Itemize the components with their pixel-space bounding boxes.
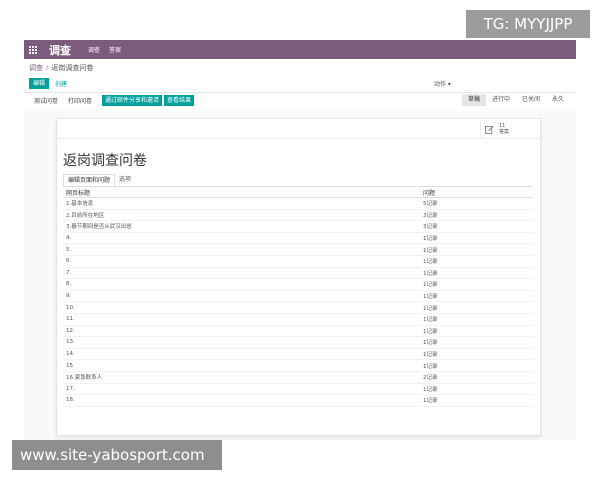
table-row[interactable]: 14. 1记录 xyxy=(63,349,533,361)
row-page-title: 10. xyxy=(66,304,75,311)
row-page-title: 18. xyxy=(66,397,75,404)
table-row[interactable]: 10. 1记录 xyxy=(63,302,533,314)
tab-pages-questions[interactable]: 编辑页面和问题 xyxy=(63,174,116,186)
table-row[interactable]: 16.紧急联系人 2记录 xyxy=(63,372,533,384)
form-sheet: 11 答案 返岗调查问卷 编辑页面和问题 选项 网页标题 问题 1.基本信息 5记… xyxy=(56,118,541,436)
status-bar: 测试问卷 打印问卷 通过邮件分享和邀请 查看结果 草稿 进行中 已关闭 永久 xyxy=(24,93,576,108)
row-question-count: 5记录 xyxy=(423,201,438,208)
watermark-bottom-left: www.site-yabosport.com xyxy=(12,440,222,470)
stage-permanent[interactable]: 永久 xyxy=(546,94,570,106)
row-page-title: 15 xyxy=(66,362,73,369)
row-question-count: 1记录 xyxy=(423,259,438,266)
table-row[interactable]: 12. 1记录 xyxy=(63,326,533,338)
row-page-title: 9. xyxy=(66,293,72,300)
stage-draft[interactable]: 草稿 xyxy=(461,94,486,106)
tab-options[interactable]: 选项 xyxy=(115,174,135,186)
table-row[interactable]: 11. 1记录 xyxy=(63,314,533,326)
row-page-title: 1.基本信息 xyxy=(66,201,94,208)
table-row[interactable]: 4. 1记录 xyxy=(63,233,533,245)
stage-closed[interactable]: 已关闭 xyxy=(516,94,546,106)
row-page-title: 8. xyxy=(66,281,72,288)
row-question-count: 1记录 xyxy=(423,294,438,301)
column-header-questions[interactable]: 问题 xyxy=(423,188,533,197)
row-question-count: 1记录 xyxy=(423,328,438,335)
row-page-title: 4. xyxy=(66,235,72,242)
row-page-title: 7. xyxy=(66,269,72,276)
row-question-count: 1记录 xyxy=(423,236,438,243)
breadcrumb-separator: / xyxy=(46,64,49,72)
row-question-count: 1记录 xyxy=(423,317,438,324)
form-tabs: 编辑页面和问题 选项 xyxy=(63,174,135,186)
action-dropdown[interactable]: 动作 ▾ xyxy=(434,79,451,88)
create-button[interactable]: 创建 xyxy=(55,79,67,88)
row-page-title: 6. xyxy=(66,258,72,265)
table-row[interactable]: 2.目前所在地区 3记录 xyxy=(63,210,533,222)
breadcrumb-current: 返岗调查问卷 xyxy=(51,64,94,72)
test-survey-button[interactable]: 测试问卷 xyxy=(34,96,58,105)
print-survey-button[interactable]: 打印问卷 xyxy=(68,96,92,105)
edit-icon xyxy=(485,125,494,134)
row-question-count: 1记录 xyxy=(423,282,438,289)
row-question-count: 1记录 xyxy=(423,386,438,393)
breadcrumb: 调查 / 返岗调查问卷 xyxy=(24,63,576,73)
row-question-count: 3记录 xyxy=(423,224,438,231)
row-question-count: 1记录 xyxy=(423,270,438,277)
page-title: 返岗调查问卷 xyxy=(63,153,147,169)
row-page-title: 13. xyxy=(66,339,75,346)
table-row[interactable]: 17. 1记录 xyxy=(63,384,533,396)
control-panel: 编辑 创建 动作 ▾ xyxy=(24,76,576,90)
topnav-answers[interactable]: 答案 xyxy=(109,45,121,54)
row-question-count: 1记录 xyxy=(423,363,438,370)
row-page-title: 16.紧急联系人 xyxy=(66,375,103,382)
table-row[interactable]: 3.春节期间是否从武汉出省 3记录 xyxy=(63,221,533,233)
row-page-title: 11. xyxy=(66,316,75,323)
tab-underline xyxy=(63,186,533,187)
answers-label: 答案 xyxy=(499,129,510,135)
apps-grid-icon[interactable] xyxy=(24,40,42,59)
table-row[interactable]: 13. 1记录 xyxy=(63,337,533,349)
answers-stat-button[interactable]: 11 答案 xyxy=(480,119,532,139)
view-results-button[interactable]: 查看结果 xyxy=(164,95,195,106)
row-page-title: 3.春节期间是否从武汉出省 xyxy=(66,224,132,231)
top-navbar: 调查 调查 答案 xyxy=(24,40,576,59)
row-question-count: 1记录 xyxy=(423,340,438,347)
watermark-top-right: TG: MYYJJPP xyxy=(466,10,590,38)
row-question-count: 1记录 xyxy=(423,352,438,359)
table-header: 网页标题 问题 xyxy=(63,188,533,198)
button-box: 11 答案 xyxy=(57,119,540,139)
table-row[interactable]: 6. 1记录 xyxy=(63,256,533,268)
breadcrumb-parent[interactable]: 调查 xyxy=(29,63,43,73)
row-question-count: 1记录 xyxy=(423,247,438,254)
pages-table: 网页标题 问题 1.基本信息 5记录 2.目前所在地区 3记录 3.春节期间是否从武汉出… xyxy=(63,188,533,407)
row-question-count: 2记录 xyxy=(423,375,438,382)
stage-pipeline: 草稿 进行中 已关闭 永久 xyxy=(461,94,570,106)
app-brand[interactable]: 调查 xyxy=(49,42,71,58)
row-question-count: 1记录 xyxy=(423,305,438,312)
table-row[interactable]: 18. 1记录 xyxy=(63,395,533,407)
row-page-title: 17. xyxy=(66,385,75,392)
row-question-count: 1记录 xyxy=(423,398,438,405)
table-row[interactable]: 15 1记录 xyxy=(63,360,533,372)
row-page-title: 2.目前所在地区 xyxy=(66,212,105,219)
stage-in-progress[interactable]: 进行中 xyxy=(486,94,516,106)
table-row[interactable]: 1.基本信息 5记录 xyxy=(63,198,533,210)
row-page-title: 14. xyxy=(66,351,75,358)
column-header-page-title[interactable]: 网页标题 xyxy=(63,188,423,197)
row-page-title: 12. xyxy=(66,327,75,334)
edit-button[interactable]: 编辑 xyxy=(29,77,50,89)
table-row[interactable]: 5. 1记录 xyxy=(63,244,533,256)
topnav-survey[interactable]: 调查 xyxy=(88,45,100,54)
share-invite-button[interactable]: 通过邮件分享和邀请 xyxy=(102,95,163,106)
table-row[interactable]: 7. 1记录 xyxy=(63,268,533,280)
row-question-count: 3记录 xyxy=(423,212,438,219)
table-row[interactable]: 9. 1记录 xyxy=(63,291,533,303)
app-window: 调查 调查 答案 调查 / 返岗调查问卷 编辑 创建 动作 ▾ 测试问卷 打印问… xyxy=(24,40,576,440)
table-row[interactable]: 8. 1记录 xyxy=(63,279,533,291)
row-page-title: 5. xyxy=(66,246,72,253)
